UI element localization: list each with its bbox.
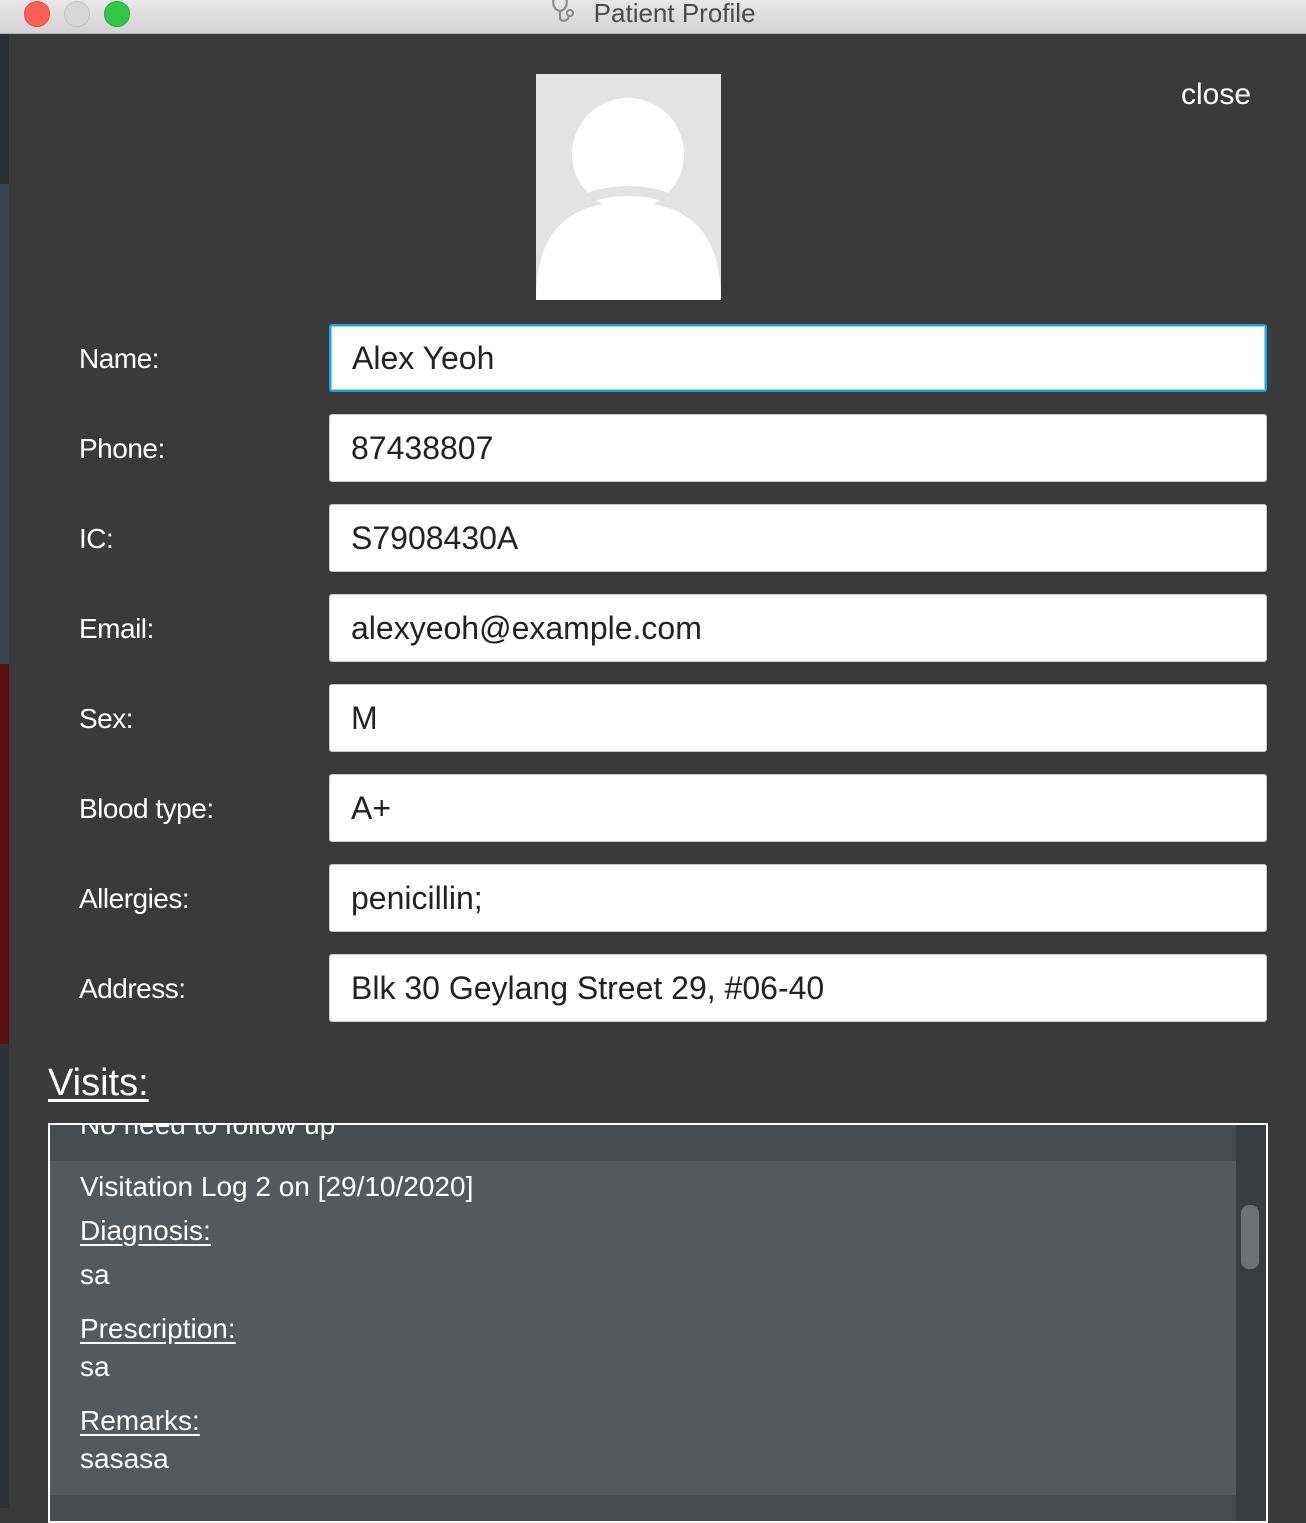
diagnosis-label: Diagnosis: [80,1215,211,1246]
visit-title: Visitation Log 2 on [29/10/2020] [80,1171,474,1202]
visit-remarks-value: No need to follow up [80,1125,335,1141]
close-button[interactable]: close [1181,78,1251,112]
email-field[interactable] [329,594,1267,662]
person-placeholder-icon [536,74,721,300]
avatar [536,74,721,300]
blood-type-label: Blood type: [79,793,214,824]
email-label: Email: [79,613,154,644]
remarks-label: Remarks: [80,1405,200,1436]
visits-heading: Visits: [48,1062,149,1104]
window-title: Patient Profile [593,0,756,28]
prescription-label: Prescription: [80,1313,236,1344]
list-item[interactable]: Visitation Log 2 on [29/10/2020] Diagnos… [50,1161,1238,1495]
background-window-panel [0,1044,9,1508]
prescription-value: sa [80,1351,110,1382]
background-window-edge [0,34,9,1508]
address-label: Address: [79,973,186,1004]
ic-label: IC: [79,523,114,554]
allergies-field[interactable] [329,864,1267,932]
background-window-panel [0,664,9,1044]
list-item[interactable]: No need to follow up [50,1125,1238,1161]
diagnosis-value: sa [80,1259,110,1290]
name-label: Name: [79,343,159,374]
name-field[interactable] [329,324,1267,392]
phone-label: Phone: [79,433,165,464]
background-window-panel [0,184,9,664]
address-field[interactable] [329,954,1267,1022]
ic-field[interactable] [329,504,1267,572]
list-item[interactable] [50,1495,1238,1521]
stethoscope-icon [550,0,576,31]
visits-list[interactable]: No need to follow up Visitation Log 2 on… [48,1123,1268,1523]
sex-field[interactable] [329,684,1267,752]
blood-type-field[interactable] [329,774,1267,842]
title-bar: Patient Profile [0,0,1306,34]
scrollbar-thumb[interactable] [1241,1205,1259,1269]
sex-label: Sex: [79,703,134,734]
scrollbar[interactable] [1236,1125,1266,1521]
phone-field[interactable] [329,414,1267,482]
remarks-value: sasasa [80,1443,169,1474]
patient-profile-window: close Name: Phone: IC: Email: Sex: Blood… [9,34,1306,1523]
allergies-label: Allergies: [79,883,190,914]
